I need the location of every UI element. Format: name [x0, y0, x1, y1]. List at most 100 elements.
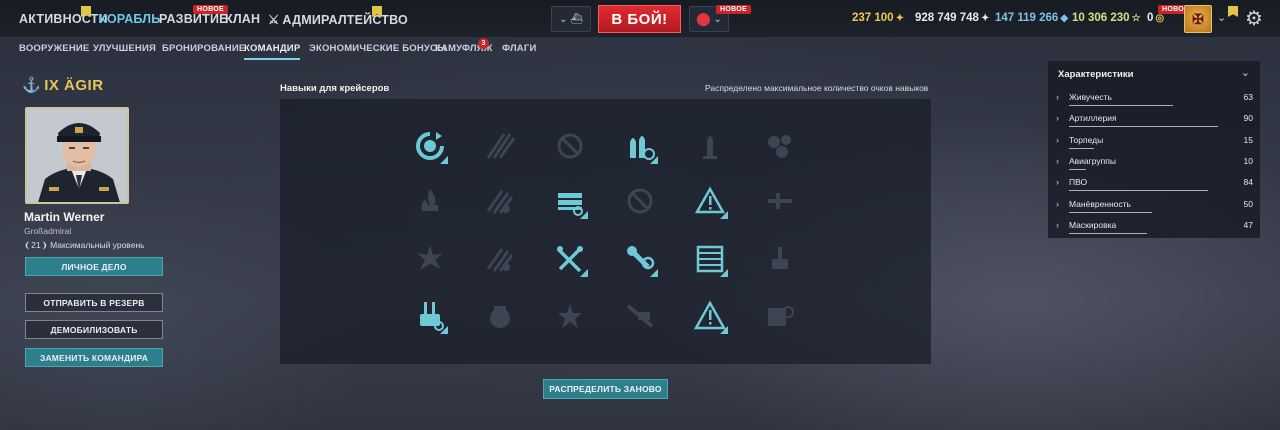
skill-learned-marker — [580, 269, 588, 277]
chevron-down-icon: ⌄ — [559, 13, 568, 25]
characteristic-value: 90 — [1243, 113, 1253, 124]
demobilize-button[interactable]: ДЕМОБИЛИЗОВАТЬ — [25, 320, 163, 339]
skill-learned-marker — [580, 211, 588, 219]
new-badge: НОВОЕ — [193, 5, 228, 14]
characteristic-label: Артиллерия — [1069, 113, 1117, 124]
tab-upgrades[interactable]: УЛУЧШЕНИЯ — [93, 43, 156, 54]
nav-activities[interactable]: АКТИВНОСТИ — [19, 12, 108, 26]
replace-commander-button[interactable]: ЗАМЕНИТЬ КОМАНДИРА — [25, 348, 163, 367]
prohibited-icon-glyph — [557, 133, 583, 159]
explosion-icon-glyph — [417, 245, 443, 270]
alert-triangle-icon[interactable] — [690, 296, 730, 336]
skill-learned-marker — [720, 326, 728, 334]
aircraft-icon-glyph — [768, 193, 792, 209]
chevron-down-icon[interactable]: ⌄ — [1241, 66, 1250, 79]
personal-file-button[interactable]: ЛИЧНОЕ ДЕЛО — [25, 257, 163, 276]
chevron-right-icon: › — [1056, 92, 1059, 102]
player-avatar[interactable]: ✠ — [1184, 5, 1212, 33]
ship-select-button[interactable]: ⌄ ⛴ — [551, 6, 591, 32]
characteristic-row[interactable]: › Торпеды 15 — [1056, 134, 1253, 152]
turret-icon-glyph — [772, 247, 788, 269]
shells-icon[interactable] — [620, 126, 660, 166]
commander-name: Martin Werner — [24, 210, 105, 224]
characteristic-bar — [1069, 126, 1218, 128]
commander-rank: Großadmiral — [24, 226, 72, 236]
slashed-lines-icon[interactable] — [480, 239, 520, 279]
aircraft-icon[interactable] — [760, 181, 800, 221]
characteristic-label: Торпеды — [1069, 134, 1104, 145]
nav-development[interactable]: РАЗВИТИЕ — [159, 12, 228, 26]
redistribute-button[interactable]: РАСПРЕДЕЛИТЬ ЗАНОВО — [543, 379, 668, 399]
characteristic-row[interactable]: › Живучесть 63 — [1056, 91, 1253, 109]
commander-level: ❨21❩ Максимальный уровень — [24, 240, 145, 251]
nav-clan[interactable]: КЛАН — [225, 12, 260, 26]
chevron-right-icon: › — [1056, 134, 1059, 145]
tab-flags[interactable]: ФЛАГИ — [502, 43, 537, 54]
turret-icon[interactable] — [760, 239, 800, 279]
flak-burst-icon[interactable] — [760, 126, 800, 166]
characteristic-label: ПВО — [1069, 177, 1088, 188]
parallel-lines-icon[interactable] — [480, 126, 520, 166]
characteristic-value: 84 — [1243, 177, 1253, 188]
characteristic-row[interactable]: › Авиагруппы 10 — [1056, 155, 1253, 173]
battle-button[interactable]: В БОЙ! — [598, 5, 681, 33]
free-xp-counter[interactable]: 147 119 266 ◆ — [995, 12, 1068, 24]
commander-portrait-image — [27, 109, 127, 202]
tab-economic-bonuses[interactable]: ЭКОНОМИЧЕСКИЕ БОНУСЫ — [309, 43, 447, 54]
fire-icon[interactable] — [410, 181, 450, 221]
armor-plating-icon[interactable] — [690, 239, 730, 279]
free-xp-icon: ◆ — [1060, 13, 1069, 24]
skills-board — [280, 99, 931, 364]
captain-helmet-icon[interactable] — [480, 296, 520, 336]
star-icon: ☆ — [1131, 13, 1141, 24]
tab-armament[interactable]: ВООРУЖЕНИЕ — [19, 43, 89, 54]
chevron-right-icon: › — [1056, 198, 1059, 209]
explosion-icon[interactable] — [410, 239, 450, 279]
credits-counter[interactable]: 237 100 ✦ — [852, 12, 904, 24]
gear-icon[interactable]: ⚙ — [1243, 8, 1265, 30]
ship-subtabs: ВООРУЖЕНИЕ УЛУЧШЕНИЯ БРОНИРОВАНИЕ КОМАНД… — [0, 38, 1280, 60]
commander-portrait[interactable] — [25, 107, 129, 204]
tab-commander[interactable]: КОМАНДИР — [244, 43, 301, 60]
elite-xp-counter[interactable]: 10 306 230 ☆ — [1072, 12, 1141, 24]
chevron-down-icon[interactable]: ⌄ — [1217, 11, 1226, 24]
nav-admiralty-label: АДМИРАЛТЕЙСТВО — [282, 13, 408, 27]
characteristic-row[interactable]: › Маскировка 47 — [1056, 219, 1253, 237]
characteristic-label: Манёвренность — [1069, 198, 1131, 209]
characteristic-value: 50 — [1243, 198, 1253, 209]
gun-mount-icon[interactable] — [410, 296, 450, 336]
characteristic-bar — [1069, 147, 1094, 149]
skill-learned-marker — [440, 156, 448, 164]
repair-wrench-icon[interactable] — [620, 239, 660, 279]
slashed-lines-icon[interactable] — [480, 181, 520, 221]
crossed-torpedoes-icon[interactable] — [550, 239, 590, 279]
prohibited-icon[interactable] — [550, 126, 590, 166]
characteristics-title: Характеристики — [1058, 69, 1134, 80]
silver-value: 928 749 748 — [915, 12, 979, 24]
chevron-down-icon: ⌄ — [713, 13, 722, 25]
torpedo-tube-icon[interactable] — [550, 181, 590, 221]
star-burst-icon[interactable] — [550, 296, 590, 336]
tokens-value: 0 — [1147, 12, 1154, 24]
skill-learned-marker — [650, 269, 658, 277]
tab-armor[interactable]: БРОНИРОВАНИЕ — [162, 43, 245, 54]
camouflage-count-badge: 3 — [478, 38, 489, 49]
radar-icon[interactable] — [760, 296, 800, 336]
top-bar: АКТИВНОСТИ КОРАБЛЬ РАЗВИТИЕ НОВОЕ КЛАН ⚔… — [0, 0, 1280, 38]
nav-ship[interactable]: КОРАБЛЬ — [99, 12, 160, 26]
characteristic-label: Авиагруппы — [1069, 155, 1116, 166]
characteristic-row[interactable]: › Манёвренность 50 — [1056, 198, 1253, 216]
send-to-reserve-button[interactable]: ОТПРАВИТЬ В РЕЗЕРВ — [25, 293, 163, 312]
nav-admiralty[interactable]: ⚔ АДМИРАЛТЕЙСТВО — [268, 12, 408, 27]
characteristic-row[interactable]: › Артиллерия 90 — [1056, 112, 1253, 130]
single-shell-icon[interactable] — [690, 126, 730, 166]
elite-xp-value: 10 306 230 — [1072, 12, 1130, 24]
reload-cycle-icon[interactable] — [410, 126, 450, 166]
warning-triangle-icon[interactable] — [690, 181, 730, 221]
silver-counter[interactable]: 928 749 748 ✦ — [915, 12, 989, 24]
characteristic-row[interactable]: › ПВО 84 — [1056, 176, 1253, 194]
prohibited-icon[interactable] — [620, 181, 660, 221]
characteristic-value: 47 — [1243, 219, 1253, 230]
skill-learned-marker — [650, 156, 658, 164]
slashed-cannon-icon[interactable] — [620, 296, 660, 336]
